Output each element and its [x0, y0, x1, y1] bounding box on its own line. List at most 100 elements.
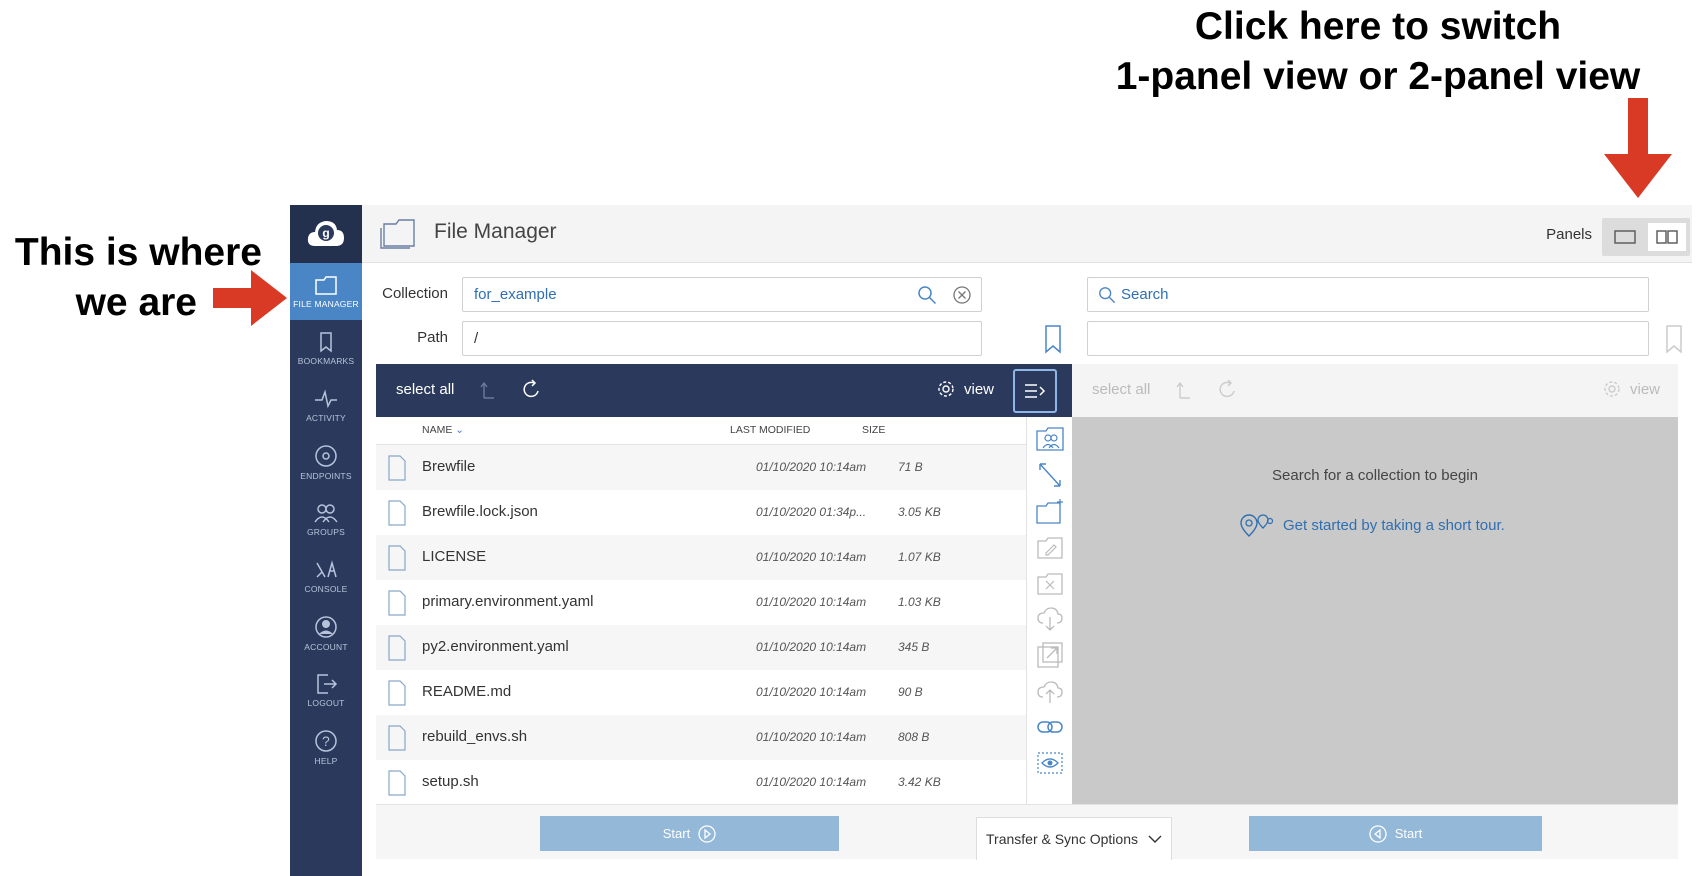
panel-view-toggle — [1602, 218, 1690, 256]
file-size: 3.42 KB — [898, 775, 941, 789]
globus-app: g FILE MANAGER BOOKMARKS ACTIVITY ENDPOI… — [290, 205, 1692, 876]
tour-link[interactable]: Get started by taking a short tour. — [1239, 512, 1505, 538]
sidebar-item-help[interactable]: ? HELP — [290, 719, 362, 776]
sidebar-item-activity[interactable]: ACTIVITY — [290, 377, 362, 434]
table-row[interactable]: py2.environment.yaml 01/10/2020 10:14am … — [376, 625, 1026, 670]
delete-action[interactable] — [1034, 568, 1066, 600]
path-field[interactable]: / — [462, 321, 982, 356]
right-panel-toolbar: select all view — [1072, 364, 1678, 417]
left-panel-toolbar: select all view — [376, 364, 1072, 417]
file-modified: 01/10/2020 10:14am — [756, 595, 867, 609]
up-folder-icon[interactable] — [1176, 380, 1192, 400]
help-icon: ? — [315, 730, 337, 752]
column-header-name[interactable]: NAME ⌄ — [422, 417, 464, 444]
sidebar-item-file-manager[interactable]: FILE MANAGER — [290, 263, 362, 320]
select-all-button[interactable]: select all — [396, 381, 454, 398]
upload-action[interactable] — [1034, 675, 1066, 707]
table-row[interactable]: Brewfile 01/10/2020 10:14am 71 B — [376, 445, 1026, 490]
transfer-sync-options-toggle[interactable]: Transfer & Sync Options — [976, 817, 1172, 860]
sidebar-item-label: BOOKMARKS — [297, 356, 355, 366]
right-path-field[interactable] — [1087, 321, 1649, 356]
file-modified: 01/10/2020 10:14am — [756, 460, 867, 474]
console-icon — [316, 560, 337, 578]
sidebar-item-endpoints[interactable]: ENDPOINTS — [290, 434, 362, 491]
svg-text:g: g — [322, 226, 329, 240]
collection-field[interactable]: for_example — [462, 277, 982, 312]
path-value: / — [474, 330, 479, 347]
globus-logo[interactable]: g — [290, 205, 362, 263]
file-size: 345 B — [898, 640, 930, 654]
annotation-line: Click here to switch — [1194, 5, 1562, 48]
file-size: 1.03 KB — [898, 595, 941, 609]
bookmark-icon — [320, 332, 332, 353]
action-menu-toggle[interactable] — [1013, 369, 1057, 413]
up-folder-icon[interactable] — [480, 380, 496, 400]
search-placeholder: Search — [1121, 286, 1169, 303]
sidebar-item-account[interactable]: ACCOUNT — [290, 605, 362, 662]
select-all-button[interactable]: select all — [1092, 381, 1150, 398]
sidebar-item-label: CONSOLE — [304, 584, 348, 594]
annotation-panel-switch: Click here to switch 1-panel view or 2-p… — [1068, 2, 1688, 102]
file-name: LICENSE — [422, 548, 487, 565]
annotation-line: 1-panel view or 2-panel view — [1115, 55, 1641, 98]
action-rail — [1026, 417, 1072, 804]
open-action[interactable] — [1034, 639, 1066, 671]
file-icon — [388, 590, 406, 616]
panels-label: Panels — [1546, 226, 1592, 243]
table-row[interactable]: primary.environment.yaml 01/10/2020 10:1… — [376, 580, 1026, 625]
refresh-icon[interactable] — [520, 378, 542, 402]
view-label: view — [963, 380, 994, 398]
start-transfer-left-button[interactable]: Start — [540, 816, 839, 851]
one-panel-button[interactable] — [1606, 223, 1644, 251]
download-action[interactable] — [1034, 603, 1066, 635]
endpoints-icon — [315, 445, 337, 467]
sidebar-item-logout[interactable]: LOGOUT — [290, 662, 362, 719]
start-transfer-right-button[interactable]: Start — [1249, 816, 1542, 851]
two-panel-button[interactable] — [1648, 223, 1686, 251]
refresh-icon[interactable] — [1216, 378, 1238, 402]
link-action[interactable] — [1034, 711, 1066, 743]
new-folder-icon — [1036, 499, 1063, 524]
table-row[interactable]: setup.sh 01/10/2020 10:14am 3.42 KB — [376, 760, 1026, 804]
file-icon — [388, 500, 406, 526]
search-icon[interactable] — [917, 285, 937, 305]
view-button[interactable]: view — [1602, 379, 1660, 399]
clear-icon[interactable] — [952, 285, 972, 305]
table-row[interactable]: rebuild_envs.sh 01/10/2020 10:14am 808 B — [376, 715, 1026, 760]
single-panel-icon — [1614, 230, 1636, 244]
file-size: 71 B — [898, 460, 923, 474]
table-row[interactable]: LICENSE 01/10/2020 10:14am 1.07 KB — [376, 535, 1026, 580]
right-panel-body: Search for a collection to begin Get sta… — [1072, 417, 1678, 804]
column-header-size[interactable]: SIZE — [862, 417, 885, 444]
chevron-down-icon — [1148, 835, 1162, 843]
sidebar-item-label: ACCOUNT — [304, 642, 348, 652]
transfer-action[interactable] — [1034, 459, 1066, 491]
column-header-modified[interactable]: LAST MODIFIED — [730, 417, 810, 444]
collection-value: for_example — [474, 286, 557, 303]
table-row[interactable]: Brewfile.lock.json 01/10/2020 01:34p... … — [376, 490, 1026, 535]
file-icon — [388, 770, 406, 796]
file-name: setup.sh — [422, 773, 479, 790]
tour-link-label: Get started by taking a short tour. — [1283, 516, 1505, 534]
table-row[interactable]: README.md 01/10/2020 10:14am 90 B — [376, 670, 1026, 715]
file-modified: 01/10/2020 10:14am — [756, 640, 867, 654]
view-button[interactable]: view — [936, 379, 994, 399]
sidebar-item-groups[interactable]: GROUPS — [290, 491, 362, 548]
sidebar-item-bookmarks[interactable]: BOOKMARKS — [290, 320, 362, 377]
open-external-icon — [1037, 642, 1063, 668]
svg-text:?: ? — [322, 733, 330, 749]
dual-panel-icon — [1656, 230, 1678, 244]
file-list: NAME ⌄ LAST MODIFIED SIZE Brewfile 01/10… — [376, 417, 1026, 804]
sort-down-icon: ⌄ — [455, 424, 465, 436]
show-hidden-action[interactable] — [1034, 747, 1066, 779]
share-action[interactable] — [1034, 423, 1066, 455]
right-search-field[interactable]: Search — [1087, 277, 1649, 312]
annotation-arrow-right — [213, 270, 287, 326]
rename-action[interactable] — [1034, 532, 1066, 564]
search-icon — [1099, 287, 1116, 304]
sidebar-item-label: ENDPOINTS — [300, 471, 352, 481]
new-folder-action[interactable] — [1034, 496, 1066, 528]
rename-icon — [1037, 537, 1063, 559]
sidebar-item-console[interactable]: CONSOLE — [290, 548, 362, 605]
bookmark-icon[interactable] — [1044, 324, 1062, 354]
